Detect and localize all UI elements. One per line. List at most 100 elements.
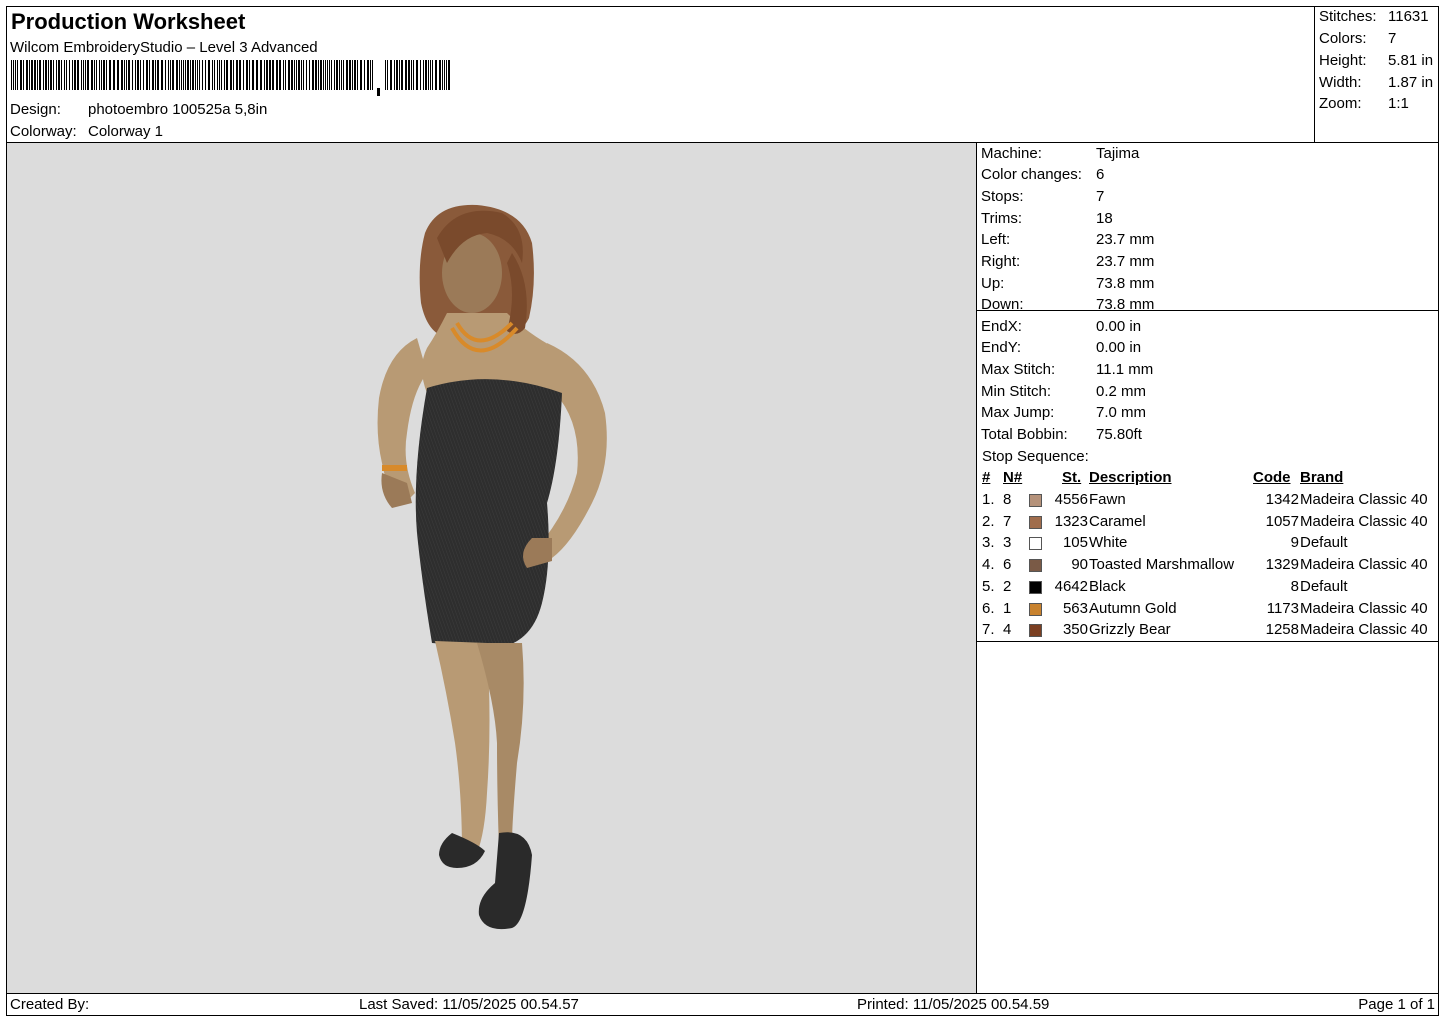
table-row: 6. 1 563 Autumn Gold 1173 Madeira Classic 40 (977, 600, 1439, 621)
table-row: 3. 3 105 White 9 Default (977, 534, 1439, 555)
summary-label: Height: (1319, 52, 1367, 69)
info-value: 11.1 mm (1096, 361, 1154, 378)
row-stitches: 563 (1062, 599, 1088, 617)
color-swatch (1029, 537, 1042, 551)
info-row: EndX: 0.00 in (981, 318, 1141, 335)
row-description: White (1089, 534, 1128, 552)
row-brand: Madeira Classic 40 (1300, 599, 1428, 617)
info-row: Stops: 7 (981, 188, 1104, 205)
summary-row: Stitches: 11631 (1319, 8, 1429, 25)
info-row: Color changes: 6 (981, 166, 1104, 183)
info-value: 0.00 in (1096, 318, 1142, 335)
info-value: 6 (1096, 166, 1105, 183)
summary-row: Width: 1.87 in (1319, 74, 1433, 91)
row-stitches: 350 (1062, 621, 1088, 639)
row-code: 1173 (1266, 599, 1299, 617)
col-header-num: # (982, 469, 991, 486)
color-swatch (1029, 515, 1042, 529)
row-code: 1342 (1265, 491, 1299, 508)
page-number: Page 1 of 1 (1358, 996, 1435, 1013)
row-num: 5. (982, 577, 995, 595)
row-brand: Madeira Classic 40 (1300, 556, 1428, 574)
summary-value: 11631 (1388, 8, 1429, 25)
row-num: 6. (982, 599, 995, 617)
info-value: 23.7 mm (1096, 231, 1155, 248)
software-name: Wilcom EmbroideryStudio – Level 3 Advanc… (10, 39, 318, 56)
info-value: 0.2 mm (1096, 383, 1147, 400)
row-code: 1057 (1265, 512, 1299, 530)
info-label: Color changes: (981, 166, 1082, 183)
col-header-n: N# (1003, 469, 1023, 486)
info-row: Right: 23.7 mm (981, 253, 1154, 270)
row-code: 8 (1290, 577, 1299, 595)
row-code: 9 (1290, 534, 1299, 552)
info-row: Max Jump: 7.0 mm (981, 404, 1146, 421)
worksheet-footer: Created By: Last Saved: 11/05/2025 00.54… (7, 993, 1439, 1016)
row-description: Autumn Gold (1089, 599, 1177, 617)
info-row: Trims: 18 (981, 210, 1113, 227)
info-row: Up: 73.8 mm (981, 275, 1154, 292)
info-row: Min Stitch: 0.2 mm (981, 383, 1146, 400)
row-description: Grizzly Bear (1089, 621, 1171, 639)
col-header-code: Code (1253, 469, 1291, 486)
summary-value: 7 (1388, 30, 1397, 47)
info-label: Max Jump: (981, 404, 1055, 421)
design-summary: Stitches: 11631 Colors: 7 Height: 5.81 in W… (1314, 7, 1439, 143)
colorway-row: Colorway: Colorway 1 (10, 123, 163, 140)
row-brand: Default (1300, 577, 1348, 595)
row-num: 7. (982, 621, 995, 639)
info-row: Machine: Tajima (981, 145, 1139, 162)
table-row: 2. 7 1323 Caramel 1057 Madeira Classic 40 (977, 513, 1439, 534)
row-needle: 3 (1003, 534, 1012, 552)
info-value: 23.7 mm (1096, 253, 1155, 270)
color-swatch (1029, 559, 1042, 573)
summary-row: Colors: 7 (1319, 30, 1396, 47)
table-row: 7. 4 350 Grizzly Bear 1258 Madeira Classic 40 (977, 621, 1439, 642)
info-label: Machine: (981, 145, 1042, 162)
row-brand: Default (1300, 534, 1348, 552)
row-needle: 6 (1003, 556, 1012, 574)
info-label: Up: (981, 275, 1005, 292)
info-label: Right: (981, 253, 1021, 270)
page-title: Production Worksheet (11, 9, 246, 34)
info-label: Max Stitch: (981, 361, 1056, 378)
summary-row: Height: 5.81 in (1319, 52, 1433, 69)
design-preview (7, 143, 977, 993)
col-header-brand: Brand (1300, 469, 1344, 486)
summary-label: Stitches: (1319, 8, 1377, 25)
info-value: 0.00 in (1096, 339, 1142, 356)
design-label: Design: (10, 101, 61, 118)
col-header-description: Description (1089, 469, 1172, 486)
info-row: EndY: 0.00 in (981, 339, 1141, 356)
info-value: Tajima (1096, 145, 1140, 162)
summary-value: 5.81 in (1388, 52, 1434, 69)
colorway-label: Colorway: (10, 123, 77, 140)
row-num: 3. (982, 534, 995, 552)
summary-label: Zoom: (1319, 95, 1362, 112)
row-needle: 1 (1003, 599, 1012, 617)
summary-label: Width: (1319, 74, 1362, 91)
summary-label: Colors: (1319, 30, 1367, 47)
info-value: 7.0 mm (1096, 404, 1147, 421)
table-row: 1. 8 4556 Fawn 1342 Madeira Classic 40 (977, 491, 1439, 512)
color-swatch (1029, 602, 1042, 616)
col-header-stitches: St. (1062, 469, 1082, 486)
row-description: Toasted Marshmallow (1089, 556, 1235, 574)
info-label: EndY: (981, 339, 1022, 356)
embroidery-figure-image (377, 204, 607, 930)
stop-sequence-title: Stop Sequence: (982, 448, 1089, 465)
info-row: Left: 23.7 mm (981, 231, 1154, 248)
row-description: Fawn (1089, 491, 1126, 508)
color-swatch (1029, 624, 1042, 638)
row-num: 4. (982, 556, 995, 574)
last-saved: Last Saved: 11/05/2025 00.54.57 (359, 996, 579, 1013)
row-code: 1258 (1265, 621, 1299, 639)
summary-value: 1.87 in (1388, 74, 1434, 91)
barcode-image (11, 60, 450, 96)
row-brand: Madeira Classic 40 (1300, 621, 1428, 639)
created-by: Created By: (10, 996, 90, 1013)
row-stitches: 90 (1071, 556, 1088, 574)
row-needle: 7 (1003, 512, 1012, 530)
row-description: Black (1089, 577, 1126, 595)
row-needle: 8 (1003, 491, 1012, 508)
